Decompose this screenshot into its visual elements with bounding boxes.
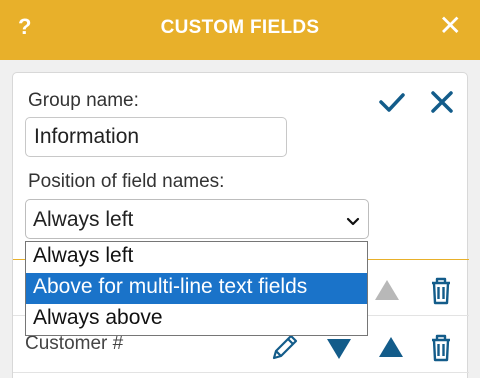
group-name-input[interactable] xyxy=(25,117,287,157)
dropdown-option[interactable]: Always left xyxy=(26,242,367,273)
close-icon[interactable]: ✕ xyxy=(439,12,462,40)
trash-icon[interactable] xyxy=(425,274,457,306)
position-select[interactable]: Always left xyxy=(25,199,369,239)
position-select-value: Always left xyxy=(33,208,134,231)
position-label: Position of field names: xyxy=(28,171,225,192)
checkmark-icon[interactable] xyxy=(377,87,407,117)
position-dropdown-list: Always left Above for multi-line text fi… xyxy=(25,241,368,336)
move-down-icon[interactable] xyxy=(323,333,355,365)
dialog-title: CUSTOM FIELDS xyxy=(160,17,320,38)
move-up-icon[interactable] xyxy=(375,331,407,363)
dropdown-option-selected[interactable]: Above for multi-line text fields xyxy=(26,273,367,304)
group-name-label: Group name: xyxy=(28,90,139,111)
chevron-down-icon xyxy=(346,214,360,226)
dropdown-option[interactable]: Always above xyxy=(26,304,367,335)
trash-icon[interactable] xyxy=(425,331,457,363)
cancel-icon[interactable] xyxy=(427,87,457,117)
move-up-icon[interactable] xyxy=(371,274,403,306)
field-row-label: Customer # xyxy=(25,333,124,354)
dialog-header: ? CUSTOM FIELDS ✕ xyxy=(0,0,480,60)
